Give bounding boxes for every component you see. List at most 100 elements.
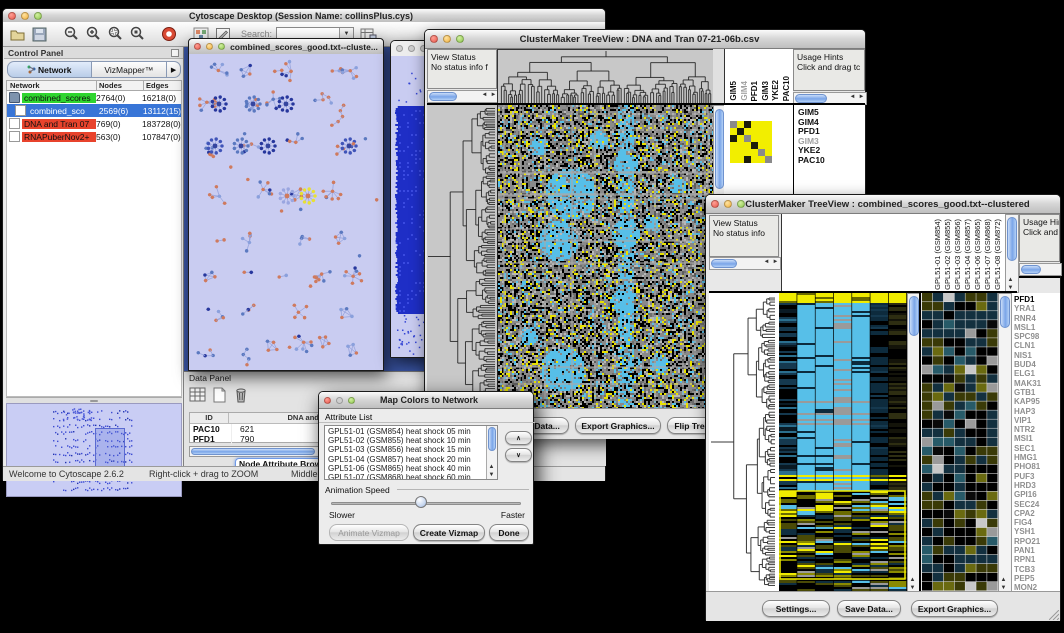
dialog-titlebar[interactable]: Map Colors to Network [319, 392, 533, 409]
minimize-button[interactable] [21, 12, 29, 20]
zoom-in-icon[interactable] [85, 26, 101, 42]
matrix-cell[interactable] [744, 156, 751, 163]
tab-network[interactable]: Network [7, 61, 92, 78]
matrix-cell[interactable] [737, 142, 744, 149]
scroll-up-icon[interactable]: ▲ [1006, 277, 1015, 284]
gene-label[interactable]: ELG1 [1014, 369, 1060, 378]
gene-label[interactable]: YSH1 [1014, 527, 1060, 536]
matrix-cell[interactable] [765, 149, 772, 156]
gene-label[interactable]: CLN1 [1014, 341, 1060, 350]
resize-grip-icon[interactable] [1049, 610, 1059, 620]
gene-label[interactable]: HAP3 [1014, 407, 1060, 416]
tab-vizmapper[interactable]: VizMapper™ [92, 61, 168, 78]
slider-thumb[interactable] [415, 496, 427, 508]
zoom-selected-icon[interactable] [107, 26, 123, 42]
save-icon[interactable] [32, 27, 47, 42]
matrix-cell[interactable] [730, 142, 737, 149]
settings-button[interactable]: Settings... [762, 600, 830, 617]
similarity-matrix[interactable] [730, 121, 772, 163]
treeview1-titlebar[interactable]: ClusterMaker TreeView : DNA and Tran 07-… [425, 30, 865, 49]
gene-label[interactable]: HRD3 [1014, 481, 1060, 490]
gene-label[interactable]: MSI1 [1014, 434, 1060, 443]
status-hscrollbar[interactable]: ◄ ► [709, 257, 781, 270]
gene-label[interactable]: RPN1 [1014, 555, 1060, 564]
delete-attribute-icon[interactable] [233, 386, 249, 403]
gene-label[interactable]: YRA1 [1014, 304, 1060, 313]
overview-viewport-rect[interactable] [95, 428, 125, 470]
zoom-heatmap-canvas[interactable] [922, 293, 998, 591]
gene-label[interactable]: VIP1 [1014, 416, 1060, 425]
export-graphics-button[interactable]: Export Graphics... [911, 600, 998, 617]
close-button[interactable] [8, 12, 16, 20]
table-icon[interactable] [189, 387, 206, 403]
attribute-list-item[interactable]: GPL51-03 (GSM856) heat shock 15 min [328, 445, 497, 454]
matrix-cell[interactable] [737, 156, 744, 163]
matrix-cell[interactable] [751, 149, 758, 156]
row-dendrogram[interactable] [709, 293, 779, 591]
gene-label[interactable]: HMG1 [1014, 453, 1060, 462]
matrix-cell[interactable] [730, 121, 737, 128]
matrix-cell[interactable] [765, 156, 772, 163]
minimize-button[interactable] [724, 200, 732, 208]
matrix-cell[interactable] [744, 142, 751, 149]
scroll-up-icon[interactable]: ▲ [999, 577, 1008, 584]
matrix-cell[interactable] [751, 128, 758, 135]
scroll-left-icon[interactable]: ◄ [848, 94, 857, 101]
zoom-button[interactable] [218, 43, 225, 50]
attribute-list-item[interactable]: GPL51-01 (GSM854) heat shock 05 min [328, 427, 497, 436]
list-vscrollbar[interactable]: ▲ ▼ [486, 426, 497, 479]
matrix-cell[interactable] [737, 135, 744, 142]
zoom-button[interactable] [348, 397, 355, 404]
gene-label[interactable]: PHO81 [1014, 462, 1060, 471]
matrix-cell[interactable] [751, 156, 758, 163]
close-button[interactable] [711, 200, 719, 208]
matrix-cell[interactable] [744, 135, 751, 142]
matrix-cell[interactable] [744, 121, 751, 128]
scroll-right-icon[interactable]: ► [857, 94, 866, 101]
scroll-up-icon[interactable]: ▲ [487, 464, 496, 471]
attribute-list-item[interactable]: GPL51-07 (GSM868) heat shock 60 min [328, 473, 497, 480]
matrix-cell[interactable] [758, 149, 765, 156]
export-graphics-button[interactable]: Export Graphics... [575, 417, 661, 434]
tab-overflow-button[interactable]: ▶ [167, 61, 181, 78]
matrix-cell[interactable] [737, 149, 744, 156]
scroll-right-icon[interactable]: ► [771, 259, 780, 266]
close-button[interactable] [324, 397, 331, 404]
close-button[interactable] [396, 45, 403, 52]
matrix-cell[interactable] [730, 135, 737, 142]
gene-label[interactable]: SEC1 [1014, 444, 1060, 453]
gene-label[interactable]: TCB3 [1014, 565, 1060, 574]
minimize-button[interactable] [408, 45, 415, 52]
gene-label[interactable]: MAK31 [1014, 379, 1060, 388]
gene-label[interactable]: GTB1 [1014, 388, 1060, 397]
network-list-item[interactable]: RNAPuberNov2+563(0)107847(0) [7, 130, 181, 143]
col-network[interactable]: Network [6, 80, 97, 91]
col-edges[interactable]: Edges [144, 80, 182, 91]
attribute-list-item[interactable]: GPL51-04 (GSM857) heat shock 20 min [328, 455, 497, 464]
move-up-button[interactable]: ∧ [505, 431, 532, 445]
treeview2-titlebar[interactable]: ClusterMaker TreeView : combined_scores_… [706, 195, 1060, 214]
save-data-button[interactable]: Save Data... [837, 600, 901, 617]
network-canvas[interactable] [189, 54, 383, 370]
scroll-left-icon[interactable]: ◄ [762, 259, 771, 266]
gene-label[interactable]: RNR4 [1014, 314, 1060, 323]
done-button[interactable]: Done [489, 524, 529, 541]
gene-label[interactable]: GPI16 [1014, 490, 1060, 499]
scroll-down-icon[interactable]: ▼ [487, 472, 496, 479]
zoom-vscrollbar[interactable]: ▲ ▼ [998, 293, 1012, 593]
create-vizmap-button[interactable]: Create Vizmap [413, 524, 485, 541]
gene-label[interactable]: PUF3 [1014, 472, 1060, 481]
scroll-left-icon[interactable]: ◄ [480, 92, 489, 99]
row-dendrogram[interactable] [427, 105, 497, 408]
matrix-cell[interactable] [730, 149, 737, 156]
minimize-button[interactable] [336, 397, 343, 404]
zoom-button[interactable] [34, 12, 42, 20]
main-titlebar[interactable]: Cytoscape Desktop (Session Name: collins… [3, 9, 605, 23]
open-file-icon[interactable] [9, 27, 26, 42]
matrix-cell[interactable] [751, 135, 758, 142]
matrix-cell[interactable] [758, 156, 765, 163]
top-vscrollbar[interactable]: ▲ ▼ [1005, 214, 1019, 293]
matrix-cell[interactable] [765, 142, 772, 149]
gene-label[interactable]: CPA2 [1014, 509, 1060, 518]
zoom-button[interactable] [456, 35, 464, 43]
